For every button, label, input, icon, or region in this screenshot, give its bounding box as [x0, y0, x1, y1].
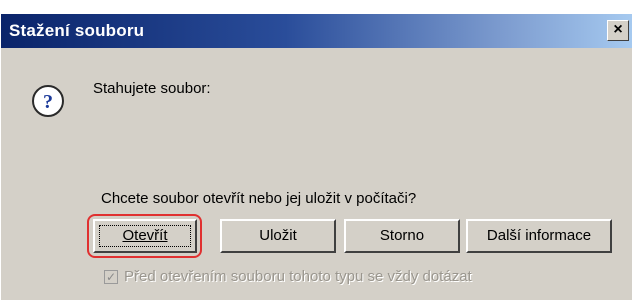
- more-info-button[interactable]: Další informace: [466, 219, 612, 253]
- save-button-label: Uložit: [259, 227, 297, 244]
- cancel-button[interactable]: Storno: [344, 219, 460, 253]
- cancel-button-label: Storno: [379, 227, 425, 244]
- close-button[interactable]: ×: [607, 20, 629, 41]
- download-prompt: Stahujete soubor:: [93, 80, 211, 97]
- svg-text:?: ?: [43, 91, 53, 113]
- dialog-title: Stažení souboru: [9, 21, 145, 40]
- always-ask-label: Před otevřením souboru tohoto typu se vž…: [124, 268, 472, 285]
- title-bar[interactable]: Stažení souboru ×: [1, 14, 632, 48]
- more-info-button-label: Další informace: [486, 227, 592, 244]
- close-icon: ×: [613, 21, 623, 38]
- save-button[interactable]: Uložit: [220, 219, 336, 253]
- highlight-ring: [87, 214, 202, 258]
- always-ask-checkbox: ✓: [104, 270, 118, 284]
- download-dialog: Stažení souboru × ? Stahujete soubor: Ch…: [0, 14, 632, 300]
- download-question: Chcete soubor otevřít nebo jej uložit v …: [101, 190, 417, 207]
- question-icon: ?: [32, 85, 64, 117]
